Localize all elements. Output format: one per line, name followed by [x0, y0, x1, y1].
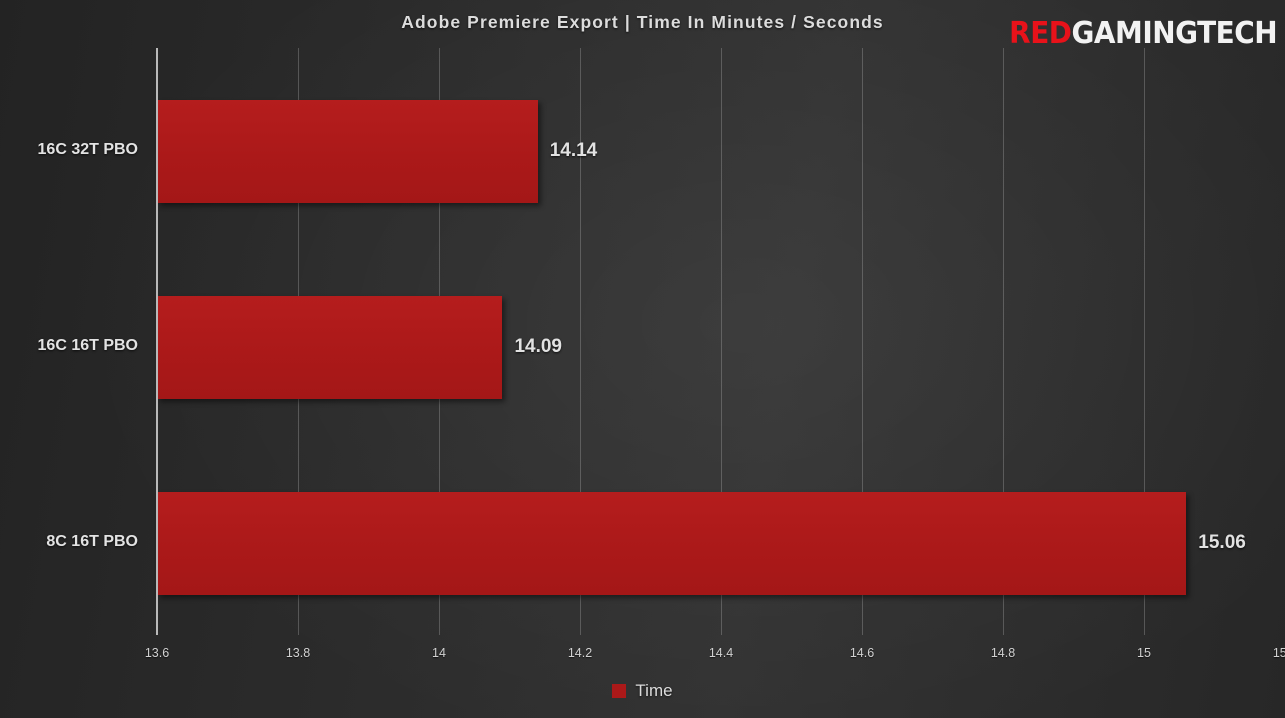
category-label: 8C 16T PBO: [46, 533, 138, 550]
category-label: 16C 32T PBO: [37, 141, 138, 158]
x-axis-tick-label: 14.2: [567, 646, 593, 660]
legend-swatch-time: [612, 684, 627, 698]
bar-16c-32t-pbo[interactable]: [157, 99, 538, 203]
x-axis-tick-label: 13.6: [144, 646, 170, 660]
chart-legend: Time: [0, 681, 1285, 701]
bar-value-label: 14.14: [549, 140, 598, 161]
chart-container: Adobe Premiere Export | Time In Minutes …: [0, 0, 1285, 718]
plot-area: 14.14 14.09 15.06: [157, 48, 1285, 635]
x-axis-tick-label: 14.4: [708, 646, 734, 660]
x-axis-tick-label: 14.6: [849, 646, 875, 660]
bar-value-label: 15.06: [1198, 532, 1246, 553]
bar-value-label: 14.09: [514, 336, 562, 357]
x-axis-tick-label: 14.8: [990, 646, 1016, 660]
bar-row: 15.06: [157, 491, 1285, 595]
y-axis-line: [156, 48, 158, 635]
x-axis-tick-label: 14: [432, 646, 446, 660]
bar-row: 14.09: [157, 295, 1285, 399]
redgamingtech-logo: REDGAMINGTECH: [1009, 19, 1277, 49]
x-axis-tick-label: 13.8: [285, 646, 311, 660]
x-axis-tick-label: 15.2: [1272, 646, 1285, 660]
category-label: 16C 16T PBO: [37, 337, 138, 354]
x-axis-tick-label: 15: [1137, 646, 1151, 660]
bar-row: 14.14: [157, 99, 1285, 203]
legend-label-time: Time: [635, 681, 673, 700]
bar-16c-16t-pbo[interactable]: [157, 295, 503, 399]
bar-8c-16t-pbo[interactable]: [157, 491, 1187, 595]
logo-text-gamingtech: GAMINGTECH: [1071, 16, 1277, 51]
logo-text-red: RED: [1009, 16, 1072, 51]
